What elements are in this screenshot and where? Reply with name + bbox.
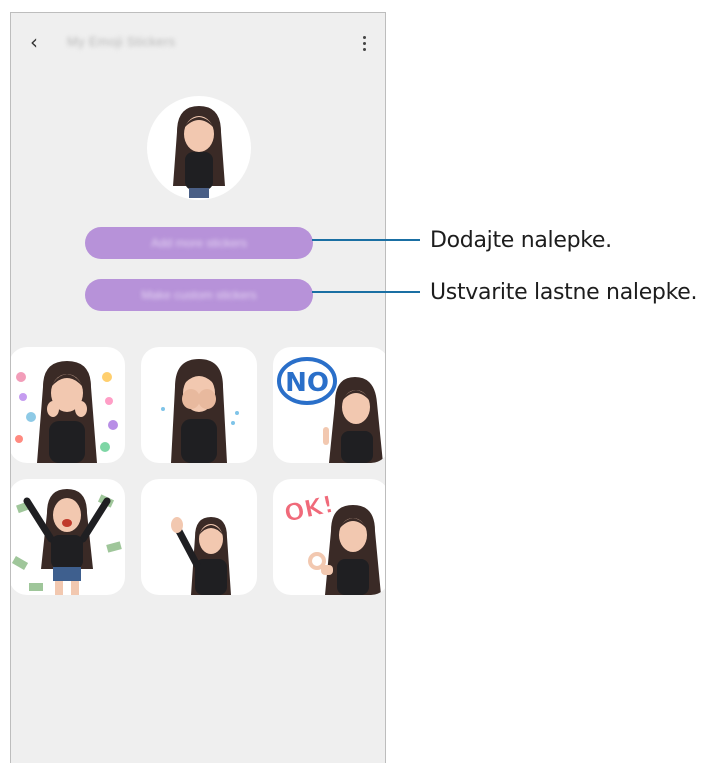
callout-add-stickers: Dodajte nalepke.: [430, 228, 612, 253]
callout-lines: [312, 239, 420, 293]
callout-make-stickers: Ustvarite lastne nalepke.: [430, 280, 698, 305]
